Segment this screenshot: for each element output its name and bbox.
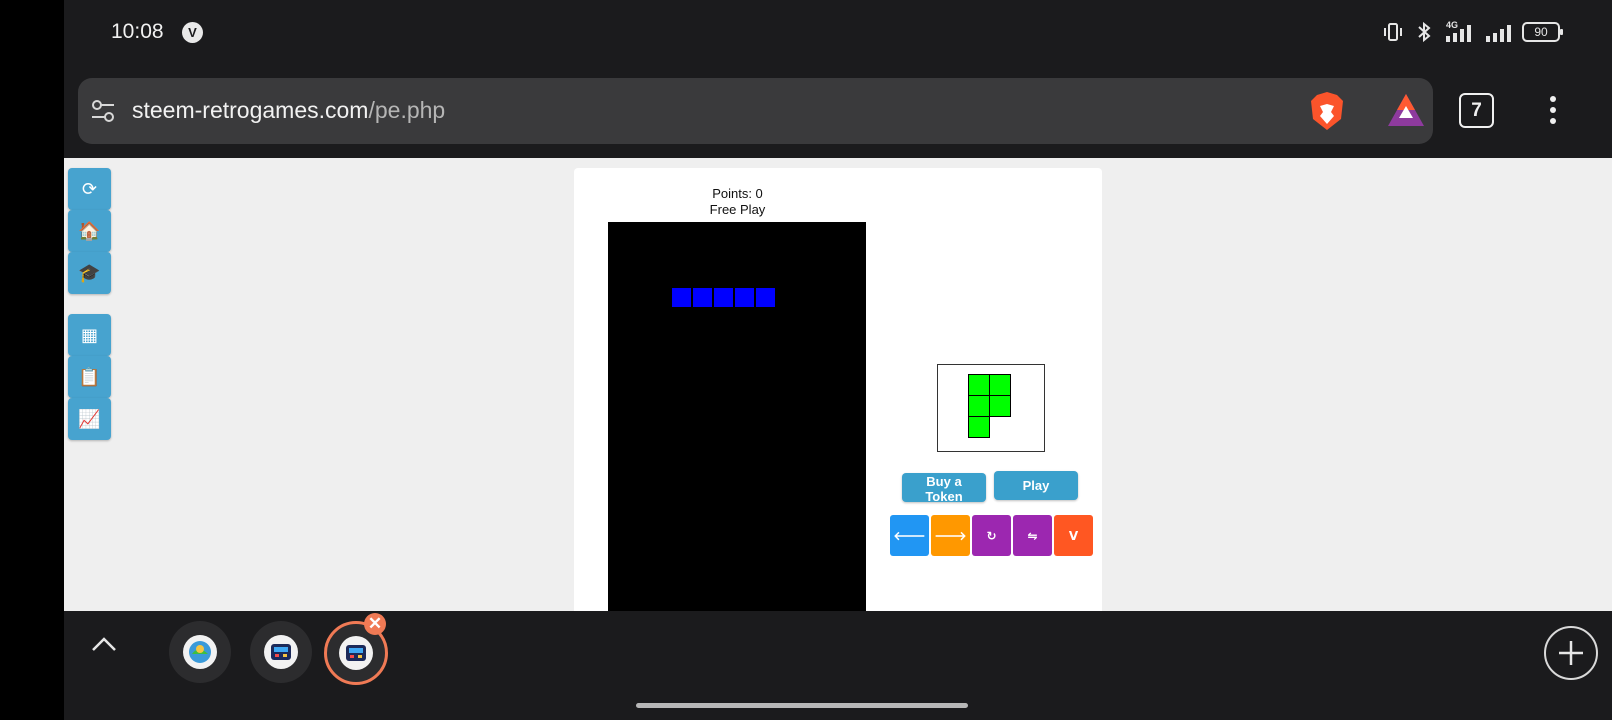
calculator-icon: ▦ [80,324,98,346]
home-button[interactable]: 🏠 [68,210,111,252]
next-piece-block [968,374,990,396]
bluetooth-icon [1414,21,1434,43]
clipboard-icon: 📋 [78,366,101,388]
drop-icon: V [1068,528,1079,543]
clipboard-button[interactable]: 📋 [68,356,111,398]
game-board[interactable] [608,222,866,611]
phone-screen: 10:08 V 4G 90 steem-retrogames.com/pe.ph… [64,0,1612,720]
drop-button[interactable]: V [1054,515,1093,556]
site-favicon-icon [183,635,217,669]
rotate-icon: ↻ [986,528,997,543]
next-piece-block [989,395,1011,417]
close-tab-icon[interactable]: ✕ [364,613,386,635]
url-path: /pe.php [368,97,446,123]
plus-icon [1559,641,1583,665]
game-card: Points: 0 Free Play Buy a Token Play 🡐 🡒 [574,168,1102,611]
falling-piece-block [713,287,734,308]
arrow-right-icon: 🡒 [934,529,967,543]
home-icon: 🏠 [78,220,101,242]
status-icons: 4G 90 [1382,20,1563,44]
refresh-icon: ⟳ [81,178,98,200]
move-left-button[interactable]: 🡐 [890,515,929,556]
calculator-button[interactable]: ▦ [68,314,111,356]
tab-thumbnail[interactable] [250,621,312,683]
left-black-strip [0,0,64,720]
new-tab-button[interactable] [1544,626,1598,680]
next-piece-block [968,395,990,417]
address-bar[interactable]: steem-retrogames.com/pe.php [78,78,1433,144]
status-time: 10:08 [111,20,164,43]
free-play-label: Free Play [709,202,766,217]
chart-icon: 📈 [78,408,101,430]
falling-piece-block [692,287,713,308]
chevron-up-icon[interactable] [90,630,118,662]
flip-icon: ⇋ [1027,528,1038,543]
refresh-button[interactable]: ⟳ [68,168,111,210]
vpn-icon: V [182,22,203,43]
move-right-button[interactable]: 🡒 [931,515,970,556]
signal-4g-icon: 4G [1444,20,1474,44]
flip-button[interactable]: ⇋ [1013,515,1052,556]
falling-piece-block [671,287,692,308]
signal-icon [1484,21,1512,43]
rotate-button[interactable]: ↻ [972,515,1011,556]
site-settings-icon[interactable] [90,98,116,128]
bottom-tab-strip: ✕ [64,611,1612,720]
vibrate-icon [1382,21,1404,43]
falling-piece-block [755,287,776,308]
tab-count-button[interactable]: 7 [1459,93,1494,128]
arrow-left-icon: 🡐 [893,529,926,543]
url-text[interactable]: steem-retrogames.com/pe.php [132,97,445,124]
brave-shields-icon[interactable] [1308,90,1346,136]
next-piece-preview [937,364,1045,452]
retrogames-favicon-icon [339,636,373,670]
svg-text:4G: 4G [1446,20,1458,30]
falling-piece-block [734,287,755,308]
graduation-cap-icon: 🎓 [78,262,101,284]
retrogames-favicon-icon [264,635,298,669]
brave-rewards-icon[interactable] [1386,92,1426,132]
next-piece-block [968,416,990,438]
play-button[interactable]: Play [994,471,1078,500]
next-piece-block [989,374,1011,396]
web-content: ⟳ 🏠 🎓 ▦ 📋 📈 Points: 0 Free Play Buy a To… [64,158,1612,611]
home-indicator[interactable] [636,703,968,708]
status-bar: 10:08 V 4G 90 [64,0,1612,64]
stats-button[interactable]: 📈 [68,398,111,440]
buy-token-button[interactable]: Buy a Token [902,473,986,504]
overflow-menu-icon[interactable] [1548,95,1558,129]
url-domain: steem-retrogames.com [132,97,369,123]
tutorial-button[interactable]: 🎓 [68,252,111,294]
battery-icon: 90 [1522,22,1563,42]
points-label: Points: 0 [712,186,763,201]
tab-thumbnail[interactable] [169,621,231,683]
